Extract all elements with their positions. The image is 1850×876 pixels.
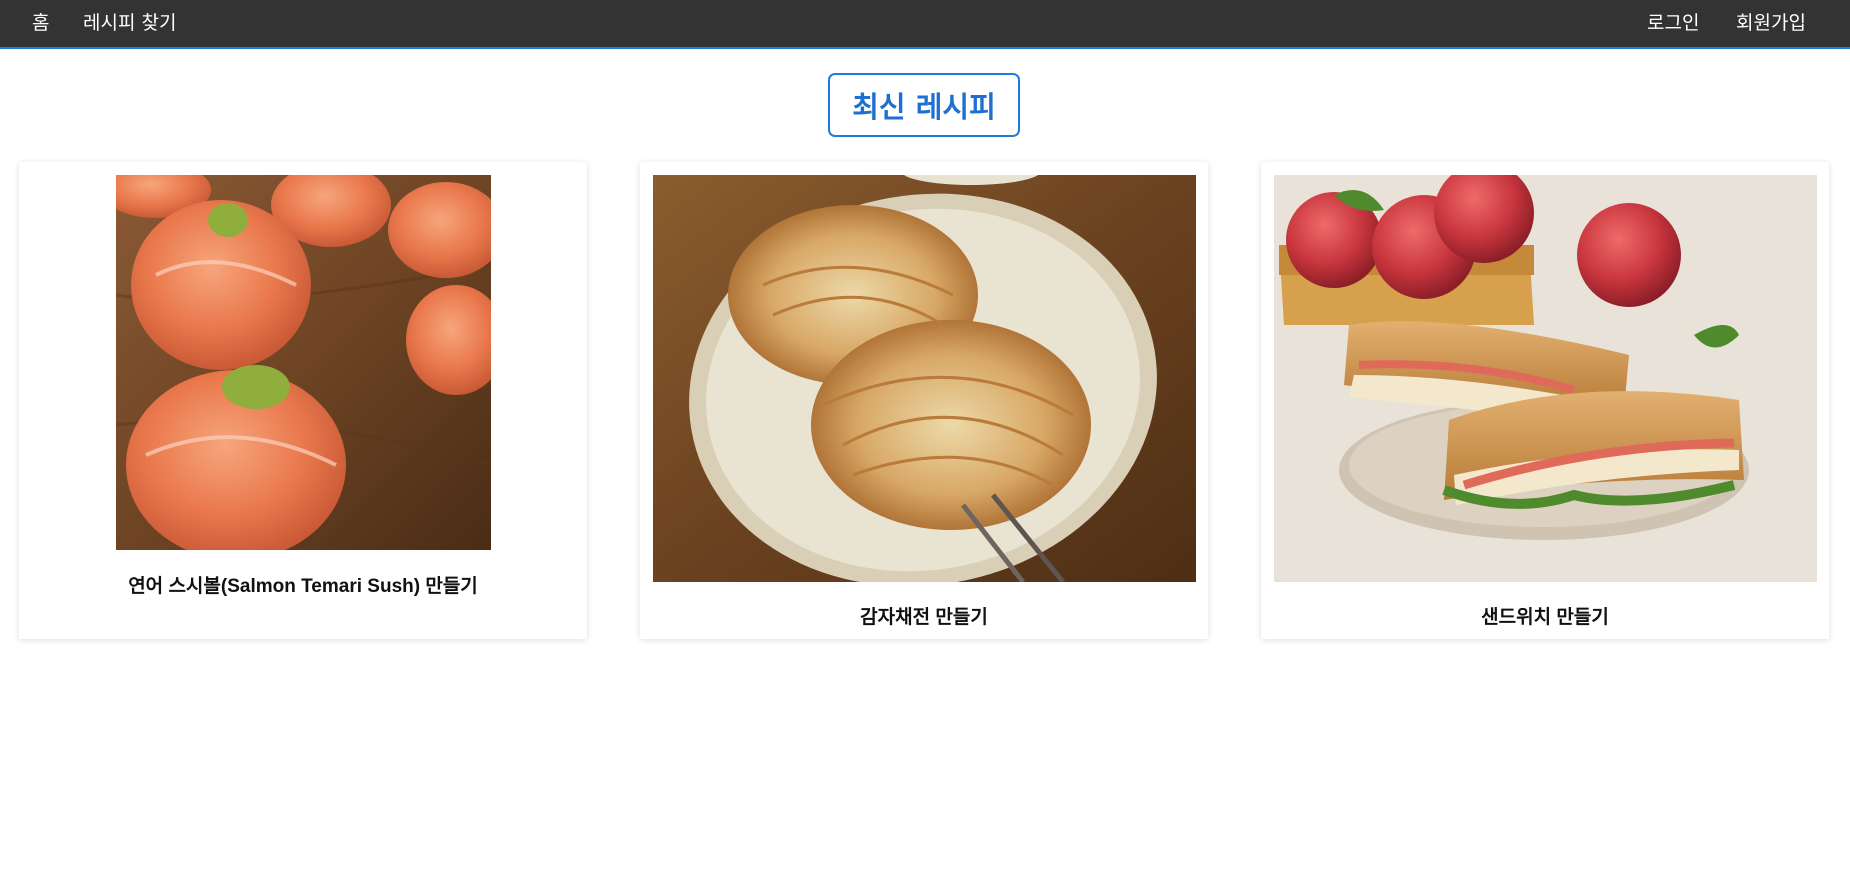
recipe-card[interactable]: 연어 스시볼(Salmon Temari Sush) 만들기 [19,162,587,639]
nav-link-login[interactable]: 로그인 [1647,0,1699,47]
recipe-card-title[interactable]: 연어 스시볼(Salmon Temari Sush) 만들기 [19,571,587,598]
recipe-card-title[interactable]: 감자채전 만들기 [640,602,1208,629]
nav-link-find-recipes[interactable]: 레시피 찾기 [83,0,176,47]
apple-brie-sandwich-photo[interactable] [1274,175,1817,582]
nav-link-signup[interactable]: 회원가입 [1736,0,1806,47]
salmon-temari-sushi-photo[interactable] [116,175,491,550]
recipe-card[interactable]: 샌드위치 만들기 [1261,162,1829,639]
latest-recipes-heading: 최신 레시피 [828,73,1020,137]
recipe-card[interactable]: 감자채전 만들기 [640,162,1208,639]
recipe-card-title[interactable]: 샌드위치 만들기 [1261,602,1829,629]
top-navbar: 홈 레시피 찾기 로그인 회원가입 [0,0,1850,49]
potato-pancake-photo[interactable] [653,175,1196,582]
nav-link-home[interactable]: 홈 [32,0,49,47]
